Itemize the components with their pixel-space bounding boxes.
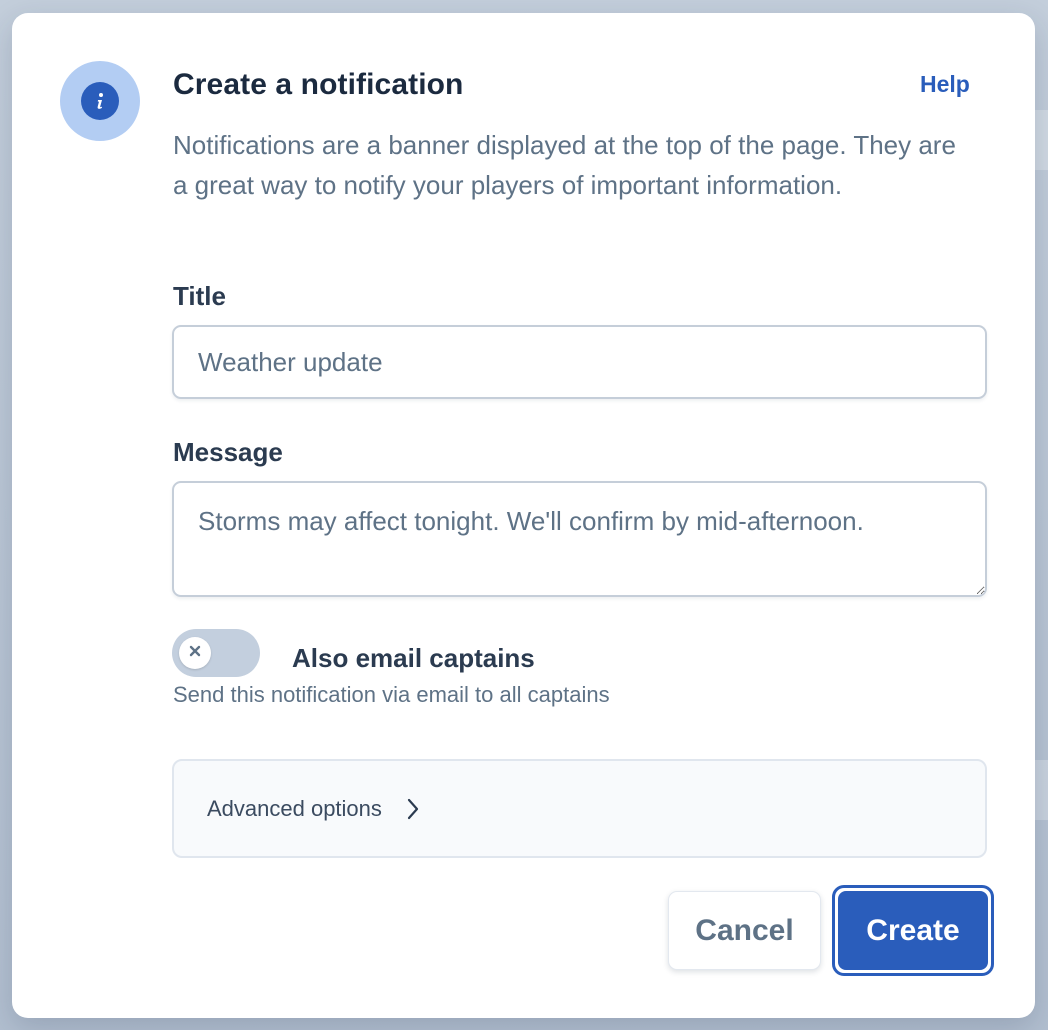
title-input[interactable] [172, 325, 987, 399]
backdrop-ghost [1034, 760, 1048, 820]
dialog-title: Create a notification [173, 68, 464, 101]
create-button-label: Create [838, 891, 988, 970]
toggle-knob [179, 637, 211, 669]
create-notification-dialog: Create a notification Help Notifications… [12, 13, 1035, 1018]
dialog-description: Notifications are a banner displayed at … [173, 130, 956, 200]
email-captains-label: Also email captains [292, 643, 535, 673]
create-button[interactable]: Create [832, 885, 994, 976]
advanced-options-panel[interactable]: Advanced options [172, 759, 987, 858]
advanced-options-label: Advanced options [207, 795, 382, 821]
email-captains-help: Send this notification via email to all … [173, 682, 610, 707]
backdrop-ghost [1034, 110, 1048, 170]
message-field-label: Message [173, 437, 283, 467]
help-link[interactable]: Help [920, 71, 970, 98]
message-textarea[interactable]: Storms may affect tonight. We'll confirm… [172, 481, 987, 597]
title-field-label: Title [173, 281, 226, 311]
info-icon [81, 82, 119, 120]
x-icon [188, 644, 202, 663]
cancel-button[interactable]: Cancel [668, 891, 821, 970]
info-badge [60, 61, 140, 141]
chevron-right-icon [406, 797, 420, 821]
email-captains-toggle[interactable] [172, 629, 260, 677]
